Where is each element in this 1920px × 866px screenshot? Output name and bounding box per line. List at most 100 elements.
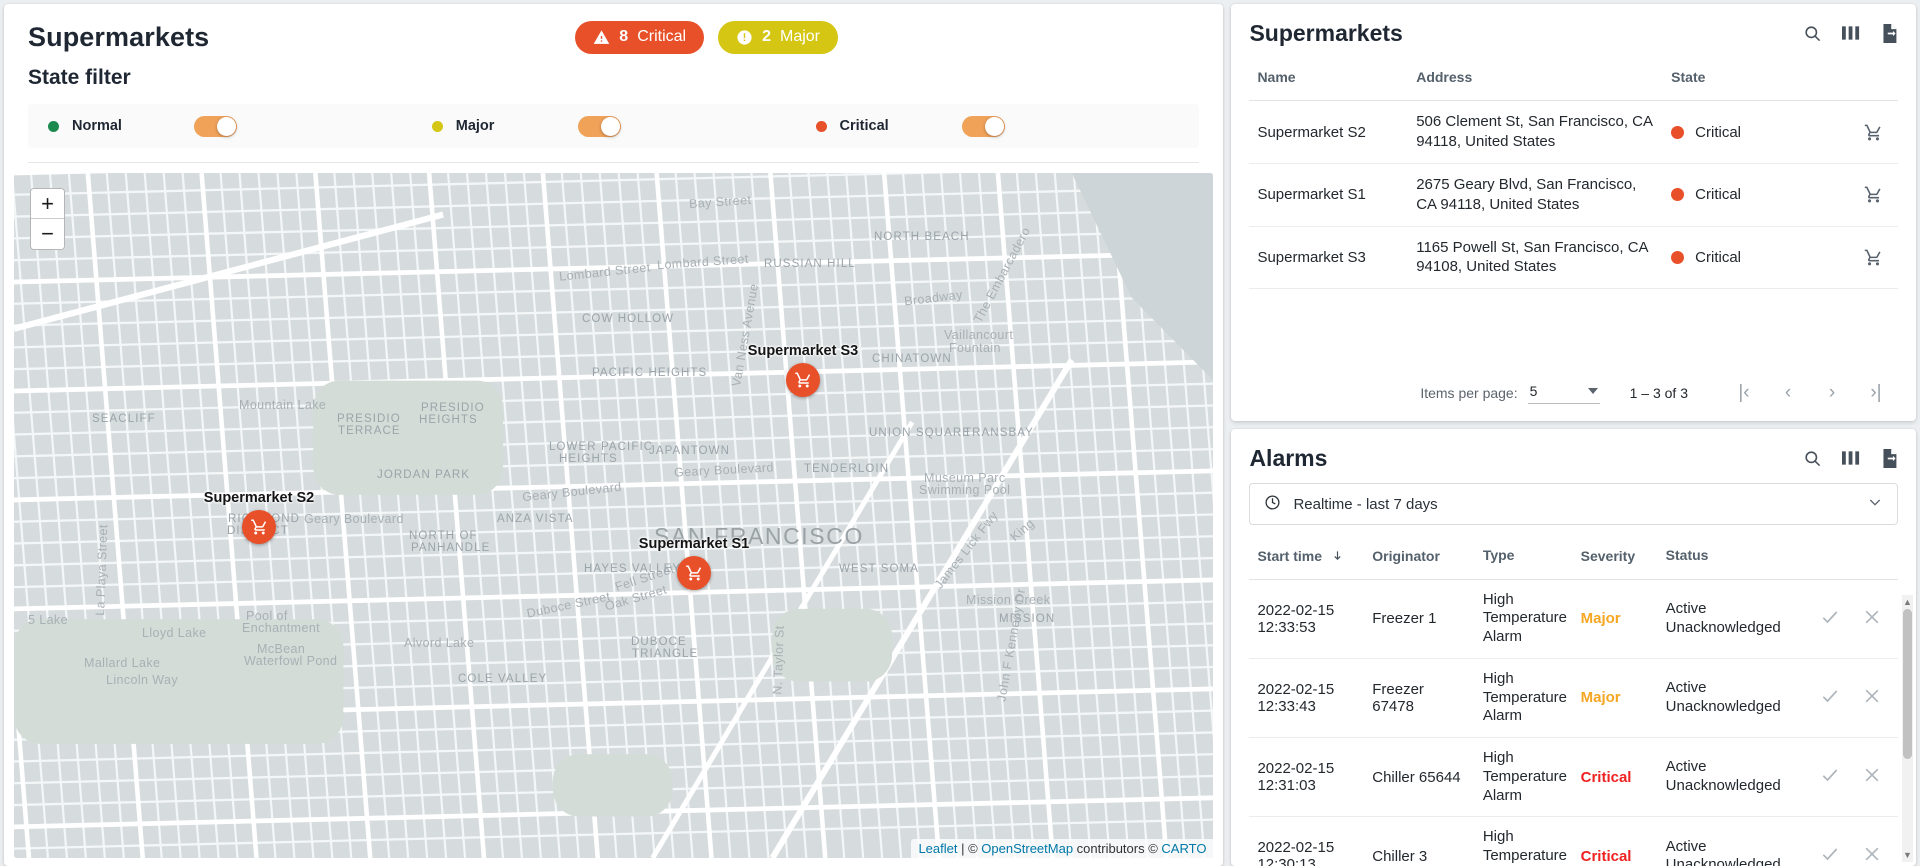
exclamation-circle-icon [736, 29, 753, 46]
col-start-time[interactable]: Start time [1249, 537, 1364, 579]
map-marker[interactable]: Supermarket S2 [242, 510, 276, 544]
start-date: 2022-02-15 [1257, 602, 1356, 619]
shopping-cart-icon[interactable] [786, 363, 820, 397]
alarm-row[interactable]: 2022-02-1512:31:03Chiller 65644High Temp… [1249, 738, 1898, 817]
critical-badge[interactable]: 8 Critical [575, 21, 704, 54]
col-state[interactable]: State [1663, 58, 1831, 101]
supermarkets-header-icons [1803, 24, 1898, 43]
map-place-label: Lincoln Way [106, 673, 178, 687]
cell-state: Critical [1663, 226, 1831, 289]
export-file-icon[interactable] [1881, 24, 1898, 43]
next-page-button[interactable]: › [1810, 382, 1854, 404]
alarm-row[interactable]: 2022-02-1512:33:43Freezer 67478High Temp… [1249, 658, 1898, 737]
osm-link[interactable]: OpenStreetMap [981, 841, 1073, 856]
scrollbar-thumb[interactable] [1903, 609, 1912, 759]
table-row[interactable]: Supermarket S31165 Powell St, San Franci… [1249, 226, 1898, 289]
check-icon[interactable] [1820, 607, 1840, 631]
map-place-label: CHINATOWN [872, 353, 952, 365]
table-row[interactable]: Supermarket S2506 Clement St, San Franci… [1249, 101, 1898, 164]
map-marker[interactable]: Supermarket S3 [786, 363, 820, 397]
scroll-down-arrow[interactable]: ▼ [1903, 850, 1912, 860]
check-icon[interactable] [1820, 765, 1840, 789]
map-place-label: HAYES VALLEY [584, 563, 681, 575]
map-place-label: NORTH BEACH [874, 231, 970, 243]
map-zoom-controls[interactable]: + − [30, 188, 65, 250]
shopping-cart-icon[interactable] [677, 556, 711, 590]
table-header-row: Name Address State [1249, 58, 1898, 101]
columns-icon[interactable] [1842, 25, 1861, 41]
items-per-page-select[interactable]: 5 [1528, 383, 1600, 404]
last-page-button[interactable]: ›| [1854, 382, 1898, 404]
cell-status: Active Unacknowledged [1658, 738, 1796, 817]
shopping-cart-icon[interactable] [242, 510, 276, 544]
items-per-page-label: Items per page: [1420, 385, 1517, 401]
major-badge[interactable]: 2 Major [718, 21, 838, 54]
leaflet-map[interactable]: + − SAN FRANCISCO Supermarket S3Supermar… [14, 173, 1213, 858]
col-alarm-actions [1796, 537, 1898, 579]
filter-major[interactable]: Major [422, 116, 806, 137]
filter-critical[interactable]: Critical [806, 116, 1190, 137]
col-name[interactable]: Name [1249, 58, 1408, 101]
cell-actions [1831, 164, 1898, 227]
table-row[interactable]: Supermarket S12675 Geary Blvd, San Franc… [1249, 164, 1898, 227]
filter-major-toggle[interactable] [578, 116, 621, 137]
map-place-label: PACIFIC HEIGHTS [592, 367, 707, 379]
right-column: Supermarkets Na [1231, 4, 1916, 866]
columns-icon[interactable] [1842, 450, 1861, 466]
map-place-label: Waterfowl Pond [244, 654, 337, 668]
close-icon[interactable] [1862, 686, 1882, 710]
cell-severity: Critical [1573, 817, 1658, 866]
scroll-up-arrow[interactable]: ▲ [1903, 597, 1912, 607]
pagination-range: 1 – 3 of 3 [1630, 385, 1688, 401]
close-icon[interactable] [1862, 765, 1882, 789]
map-place-label: Mountain Lake [239, 398, 326, 412]
alarm-row[interactable]: 2022-02-1512:30:13Chiller 3High Temperat… [1249, 817, 1898, 866]
map-marker-label: Supermarket S1 [639, 536, 749, 552]
state-dot [1671, 188, 1684, 201]
alarms-scrollbar[interactable]: ▲ ▼ [1902, 595, 1913, 862]
zoom-out-button[interactable]: − [31, 219, 64, 249]
first-page-button[interactable]: |‹ [1722, 382, 1766, 404]
map-place-label: SEACLIFF [92, 413, 156, 425]
search-icon[interactable] [1803, 449, 1822, 468]
check-icon[interactable] [1820, 686, 1840, 710]
col-originator[interactable]: Originator [1364, 537, 1475, 579]
filter-normal-toggle[interactable] [194, 116, 237, 137]
search-icon[interactable] [1803, 24, 1822, 43]
filter-critical-toggle[interactable] [962, 116, 1005, 137]
carto-link[interactable]: CARTO [1161, 841, 1206, 856]
map-marker[interactable]: Supermarket S1 [677, 556, 711, 590]
leaflet-link[interactable]: Leaflet [918, 841, 957, 856]
shopping-cart-icon[interactable] [1839, 185, 1890, 204]
map-place-label: LOWER PACIFIC [549, 441, 653, 453]
map-place-label: COLE VALLEY [458, 673, 547, 685]
alarm-row[interactable]: 2022-02-1512:33:53Freezer 1High Temperat… [1249, 579, 1898, 658]
supermarkets-table-wrap: Name Address State Supermarket S2506 Cle… [1231, 58, 1916, 289]
col-address[interactable]: Address [1408, 58, 1663, 101]
alarms-time-filter[interactable]: Realtime - last 7 days [1249, 483, 1898, 525]
map-place-label: Mallard Lake [84, 656, 160, 670]
major-status-dot [432, 121, 443, 132]
cell-address: 1165 Powell St, San Francisco, CA 94108,… [1408, 226, 1663, 289]
alarms-header: Alarms [1231, 429, 1916, 483]
map-place-label: TRIANGLE [632, 648, 698, 660]
shopping-cart-icon[interactable] [1839, 123, 1890, 142]
map-place-label: HEIGHTS [559, 453, 618, 465]
toggle-knob [985, 117, 1004, 136]
zoom-in-button[interactable]: + [31, 189, 64, 219]
cell-type: High Temperature Alarm [1475, 658, 1573, 737]
alarms-scroll-area[interactable]: Start time Originator Type Severity Stat… [1231, 537, 1916, 866]
export-file-icon[interactable] [1881, 449, 1898, 468]
prev-page-button[interactable]: ‹ [1766, 382, 1810, 404]
check-icon[interactable] [1820, 844, 1840, 866]
shopping-cart-icon[interactable] [1839, 248, 1890, 267]
map-place-label: NORTH OF [409, 530, 478, 542]
close-icon[interactable] [1862, 607, 1882, 631]
close-icon[interactable] [1862, 844, 1882, 866]
col-type[interactable]: Type [1475, 537, 1573, 579]
col-severity[interactable]: Severity [1573, 537, 1658, 579]
chevron-down-icon[interactable] [1867, 494, 1883, 514]
start-clock: 12:30:13 [1257, 856, 1356, 866]
filter-normal[interactable]: Normal [38, 116, 422, 137]
col-status[interactable]: Status [1658, 537, 1796, 579]
